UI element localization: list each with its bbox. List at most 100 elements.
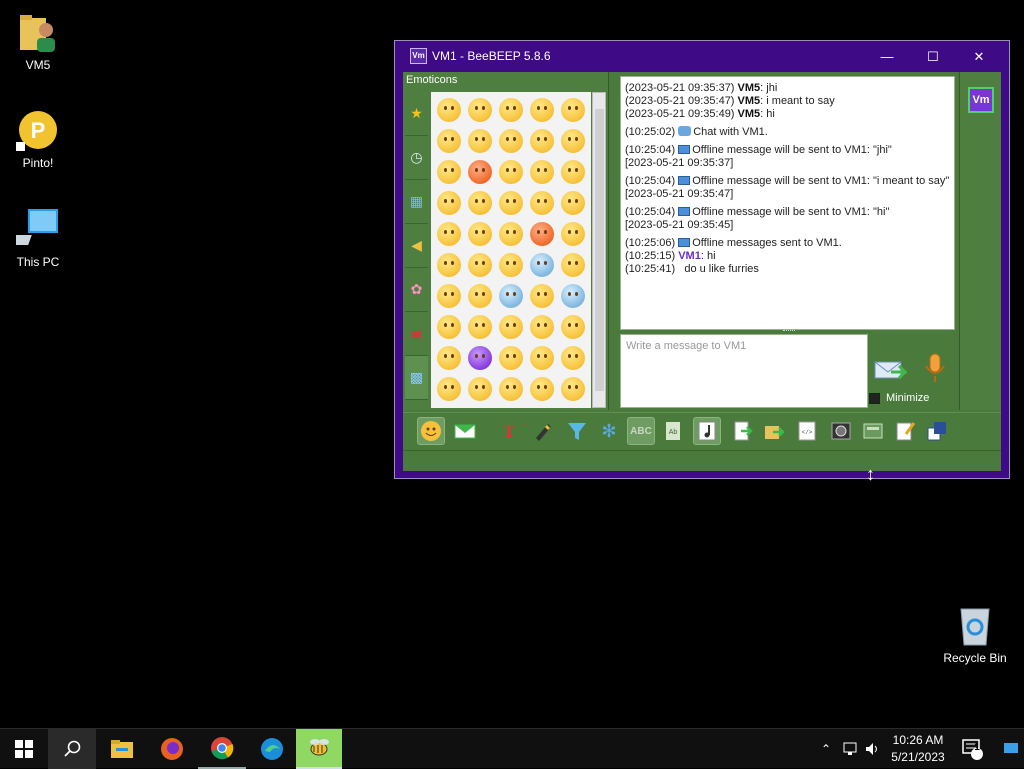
emoji[interactable] — [526, 404, 557, 408]
screenshot-icon[interactable] — [827, 417, 855, 445]
emoji[interactable] — [526, 342, 557, 373]
network-icon[interactable] — [842, 741, 858, 757]
car-icon[interactable]: ▣ — [405, 312, 428, 356]
emoji[interactable] — [526, 125, 557, 156]
chrome-taskbar-icon[interactable] — [198, 729, 246, 769]
emoji[interactable] — [557, 218, 588, 249]
emoji[interactable] — [495, 311, 526, 342]
emoji[interactable] — [526, 156, 557, 187]
font-icon[interactable]: T — [495, 417, 523, 445]
close-button[interactable]: ✕ — [956, 41, 1002, 72]
emoji[interactable] — [433, 249, 464, 280]
save-chat-icon[interactable] — [859, 417, 887, 445]
action-center-button[interactable]: 1 — [956, 729, 988, 769]
system-clock[interactable]: 10:26 AM 5/21/2023 — [886, 732, 950, 766]
emoji[interactable] — [495, 404, 526, 408]
splitter-handle[interactable] — [783, 330, 795, 333]
show-desktop-button[interactable] — [998, 729, 1024, 769]
favorites-star-icon[interactable]: ★ — [405, 92, 428, 136]
emoji[interactable] — [557, 94, 588, 125]
emoji[interactable] — [464, 249, 495, 280]
desktop-icon-vm5[interactable]: VM5 — [0, 10, 76, 72]
emoji[interactable] — [526, 94, 557, 125]
emoji[interactable] — [464, 342, 495, 373]
emoji[interactable] — [557, 311, 588, 342]
emoji[interactable] — [433, 373, 464, 404]
send-button[interactable] — [873, 354, 909, 386]
emoji[interactable] — [557, 280, 588, 311]
emoji[interactable] — [557, 125, 588, 156]
emoji[interactable] — [464, 218, 495, 249]
emoji[interactable] — [464, 94, 495, 125]
emoji[interactable] — [464, 156, 495, 187]
emoji[interactable] — [495, 373, 526, 404]
symbols-icon[interactable]: ▩ — [405, 356, 428, 400]
emoji[interactable] — [495, 280, 526, 311]
emoji[interactable] — [464, 311, 495, 342]
word-completion-icon[interactable]: Ab — [659, 417, 687, 445]
title-bar[interactable]: Vm VM1 - BeeBEEP 5.8.6 — ☐ ✕ — [395, 41, 1009, 72]
emoji[interactable] — [433, 342, 464, 373]
voice-message-button[interactable] — [921, 352, 949, 386]
music-note-icon[interactable] — [693, 417, 721, 445]
emoji[interactable] — [526, 311, 557, 342]
recent-clock-icon[interactable]: ◷ — [405, 136, 428, 180]
file-explorer-taskbar-icon[interactable] — [98, 729, 146, 769]
settings-gear-icon[interactable]: ✻ — [595, 417, 623, 445]
clear-chat-icon[interactable] — [891, 417, 919, 445]
pen-color-icon[interactable] — [529, 417, 557, 445]
emoji[interactable] — [464, 280, 495, 311]
maximize-button[interactable]: ☐ — [910, 41, 956, 72]
send-mail-icon[interactable] — [451, 417, 479, 445]
emoji[interactable] — [526, 249, 557, 280]
emoji[interactable] — [433, 311, 464, 342]
minimize-checkbox[interactable] — [869, 392, 880, 404]
minimize-button[interactable]: — — [864, 41, 910, 72]
start-button[interactable] — [0, 729, 48, 769]
emoji[interactable] — [495, 156, 526, 187]
emoji[interactable] — [433, 280, 464, 311]
beebeep-taskbar-icon[interactable] — [296, 729, 342, 769]
objects-icon[interactable]: ▦ — [405, 180, 428, 224]
emoji[interactable] — [464, 187, 495, 218]
emoji[interactable] — [464, 373, 495, 404]
volume-icon[interactable] — [864, 741, 880, 757]
emoticon-scrollbar[interactable] — [592, 92, 606, 408]
emoji[interactable] — [526, 218, 557, 249]
spellcheck-icon[interactable]: ABC — [627, 417, 655, 445]
file-transfer-icon[interactable] — [728, 417, 756, 445]
emoji[interactable] — [433, 156, 464, 187]
emoji[interactable] — [464, 125, 495, 156]
emoji[interactable] — [557, 373, 588, 404]
emoji[interactable] — [495, 94, 526, 125]
scrollbar-thumb[interactable] — [595, 109, 604, 391]
flower-icon[interactable]: ✿ — [405, 268, 428, 312]
emoji[interactable] — [557, 249, 588, 280]
folder-transfer-icon[interactable] — [760, 417, 788, 445]
show-hidden-icons-button[interactable]: ⌃ — [816, 729, 836, 769]
html-icon[interactable]: </> — [793, 417, 821, 445]
emoji[interactable] — [526, 280, 557, 311]
emoji[interactable] — [433, 187, 464, 218]
desktop-icon-pinto[interactable]: P Pinto! — [0, 108, 76, 170]
edge-taskbar-icon[interactable] — [248, 729, 296, 769]
emoji[interactable] — [495, 187, 526, 218]
firefox-taskbar-icon[interactable] — [148, 729, 196, 769]
emoticons-icon[interactable] — [417, 417, 445, 445]
emoji[interactable] — [557, 404, 588, 408]
emoji[interactable] — [495, 218, 526, 249]
emoji[interactable] — [495, 342, 526, 373]
emoji[interactable] — [557, 342, 588, 373]
emoji[interactable] — [557, 156, 588, 187]
avatar[interactable]: Vm — [968, 87, 994, 113]
detach-icon[interactable] — [923, 417, 951, 445]
search-button[interactable] — [48, 729, 96, 769]
emoji[interactable] — [526, 373, 557, 404]
emoji[interactable] — [495, 249, 526, 280]
emoji[interactable] — [495, 125, 526, 156]
horn-icon[interactable]: ◀ — [405, 224, 428, 268]
desktop-icon-recycle-bin[interactable]: Recycle Bin — [936, 603, 1014, 665]
emoji[interactable] — [433, 125, 464, 156]
emoji[interactable] — [433, 404, 464, 408]
emoji[interactable] — [464, 404, 495, 408]
